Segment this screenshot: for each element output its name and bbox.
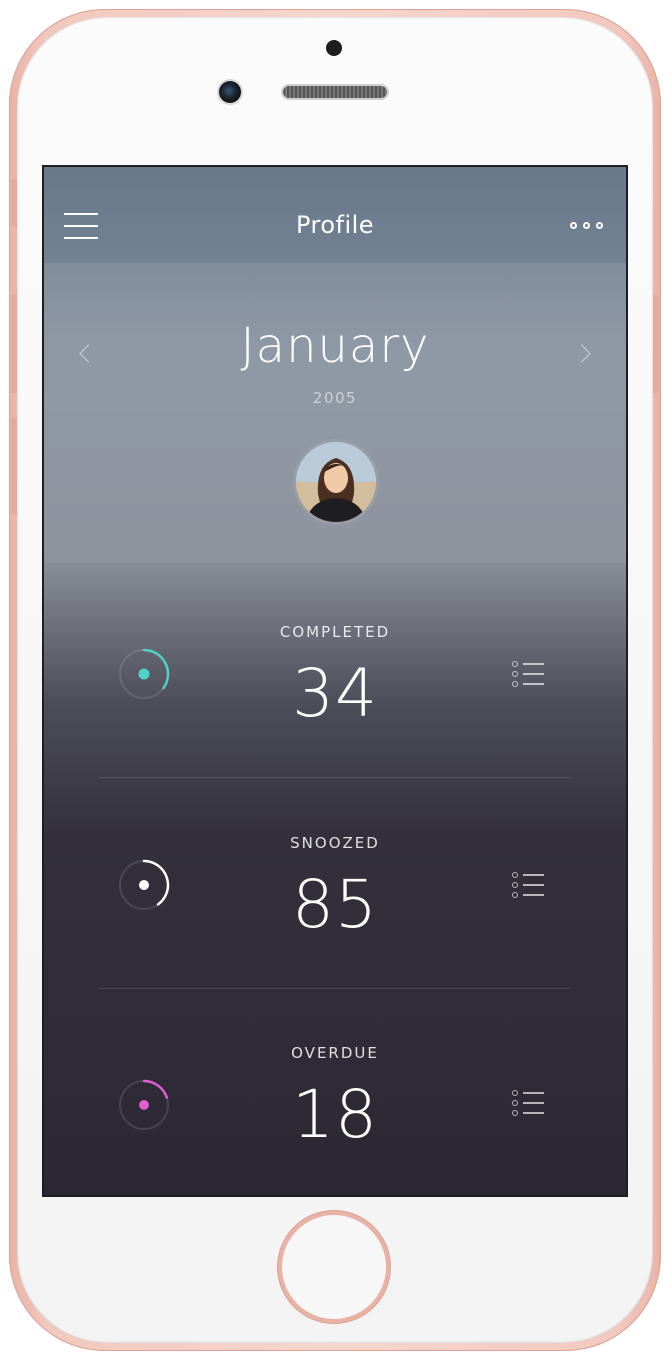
overdue-progress-arc — [142, 1079, 169, 1099]
completed-dot — [138, 668, 150, 680]
snoozed-progress-ring — [119, 859, 170, 910]
completed-label: COMPLETED — [279, 623, 391, 641]
overdue-label: OVERDUE — [291, 1044, 379, 1062]
overdue-dot — [139, 1100, 149, 1110]
list-icon[interactable] — [512, 1090, 546, 1120]
app-screen: Profile January 2005 COMPLETED 34 SNOOZE… — [44, 167, 626, 1195]
divider — [99, 777, 571, 778]
list-icon[interactable] — [512, 661, 546, 691]
front-camera-icon — [219, 81, 241, 103]
completed-progress-ring — [119, 648, 170, 699]
earpiece-speaker — [283, 86, 387, 98]
page-title: Profile — [295, 211, 375, 239]
avatar[interactable] — [296, 442, 376, 522]
overdue-progress-ring — [119, 1079, 169, 1130]
home-button[interactable] — [282, 1215, 386, 1319]
proximity-sensor — [326, 40, 342, 56]
list-icon[interactable] — [512, 872, 546, 902]
navigation-bar: Profile — [44, 167, 626, 263]
completed-progress-arc — [142, 648, 170, 690]
snoozed-label: SNOOZED — [290, 834, 380, 852]
divider — [99, 988, 571, 989]
month-label: January — [240, 318, 430, 374]
avatar-photo — [296, 442, 376, 522]
snoozed-dot — [139, 880, 149, 890]
more-options-icon[interactable] — [570, 222, 606, 232]
month-selector: January — [44, 312, 626, 392]
year-label: 2005 — [312, 389, 358, 407]
